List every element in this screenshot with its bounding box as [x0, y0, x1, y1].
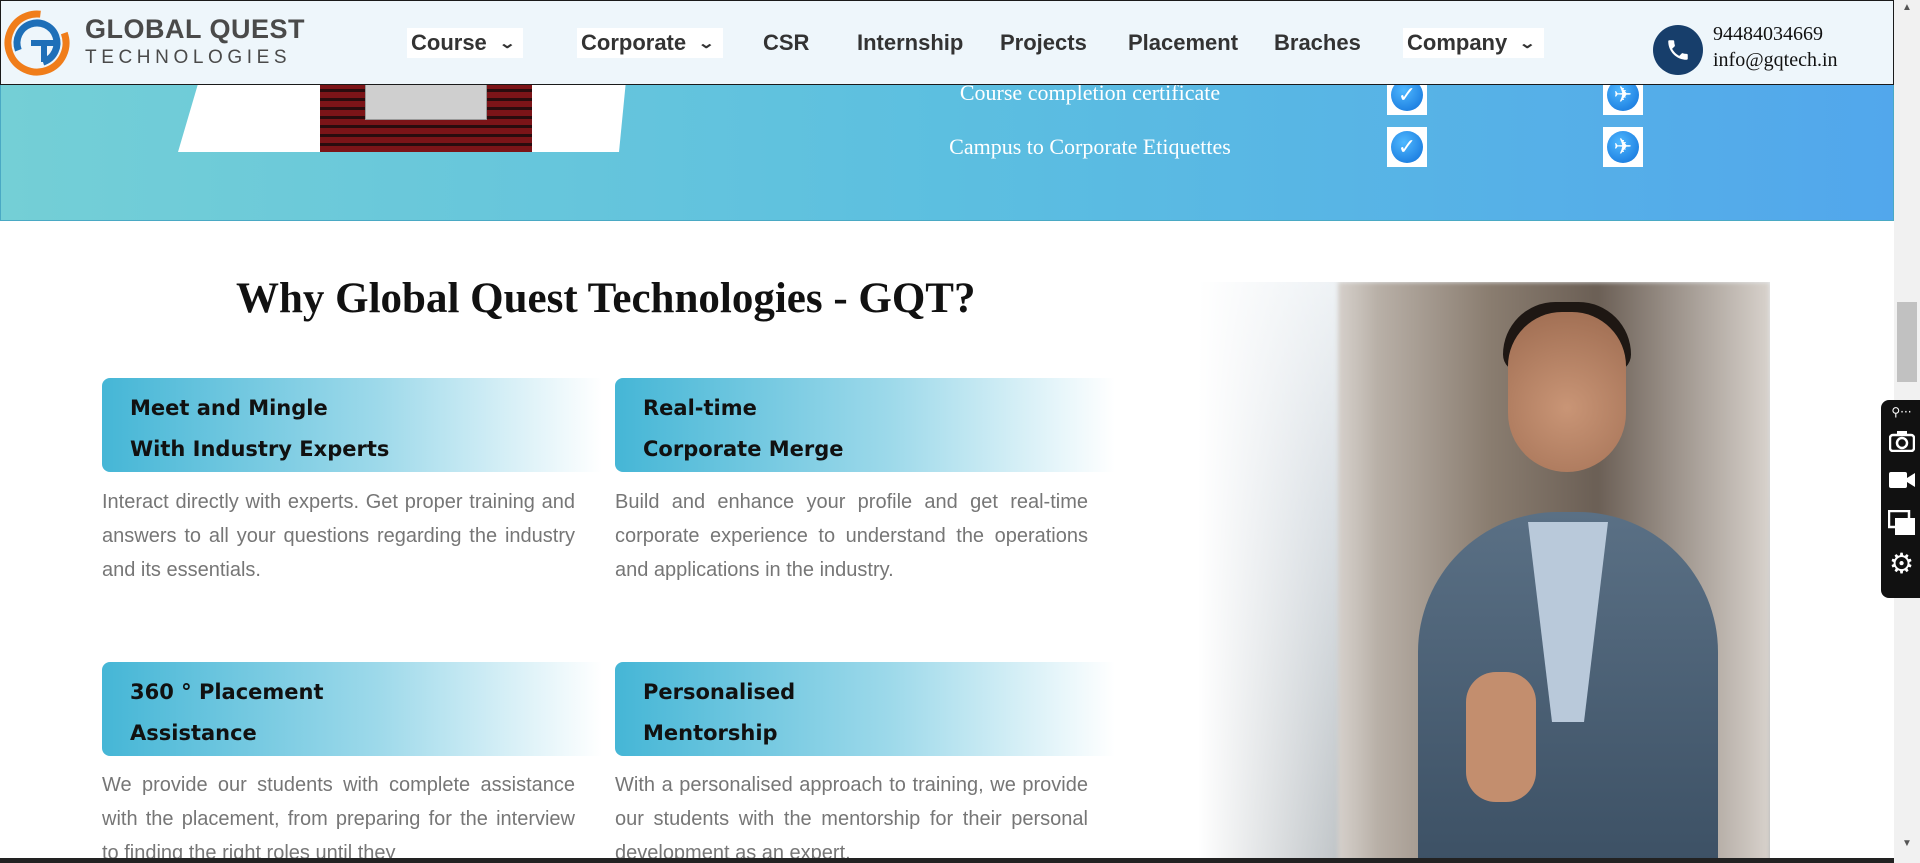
- chevron-down-icon: ⌄: [1518, 35, 1537, 52]
- nav-label: Company: [1407, 30, 1508, 55]
- card-heading: 360 ° Placement Assistance: [102, 662, 602, 756]
- card-heading-line: Personalised: [643, 680, 796, 704]
- camera-icon[interactable]: [1888, 430, 1915, 457]
- scrollbar-thumb[interactable]: [1897, 302, 1917, 382]
- card-heading-line: Meet and Mingle: [130, 396, 328, 420]
- chevron-down-icon: ⌄: [697, 35, 716, 52]
- video-icon[interactable]: [1888, 470, 1915, 497]
- logo-subtitle: TECHNOLOGIES: [85, 47, 292, 68]
- card-heading-line: With Industry Experts: [130, 437, 390, 461]
- phone-number[interactable]: 94484034669: [1713, 21, 1838, 47]
- bottom-edge: [0, 858, 1894, 863]
- email-address[interactable]: info@gqtech.in: [1713, 47, 1838, 73]
- professional-portrait-image: [1198, 282, 1770, 863]
- card-description: We provide our students with complete as…: [102, 774, 575, 858]
- nav-label: Corporate: [581, 30, 687, 55]
- site-header: GLOBAL QUEST TECHNOLOGIES Course ⌄ Corpor…: [0, 0, 1894, 85]
- check-icon: ✓: [1387, 127, 1427, 167]
- card-heading-line: Assistance: [130, 721, 257, 745]
- nav-csr[interactable]: CSR: [763, 28, 809, 58]
- gear-icon[interactable]: ⚙: [1888, 550, 1915, 578]
- phone-icon[interactable]: [1653, 25, 1703, 75]
- nav-corporate[interactable]: Corporate ⌄: [577, 28, 723, 58]
- card-description: With a personalised approach to training…: [615, 774, 1088, 858]
- gqt-logo-icon: [4, 10, 70, 76]
- card-heading: Real-time Corporate Merge: [615, 378, 1115, 472]
- window-icon[interactable]: [1887, 509, 1915, 537]
- nav-placement[interactable]: Placement: [1128, 28, 1238, 58]
- card-heading-line: 360 ° Placement: [130, 680, 324, 704]
- card-heading-line: Corporate Merge: [643, 437, 844, 461]
- capture-toolbar: ⚲··· ⚙: [1881, 400, 1920, 598]
- nav-company[interactable]: Company ⌄: [1403, 28, 1544, 58]
- plane-icon: ✈: [1603, 127, 1643, 167]
- card-description: Build and enhance your profile and get r…: [615, 491, 1088, 581]
- logo[interactable]: GLOBAL QUEST TECHNOLOGIES: [3, 7, 305, 79]
- screenshot-menu-icon[interactable]: ⚲···: [1888, 404, 1915, 420]
- scroll-up-icon[interactable]: ▲: [1899, 2, 1915, 13]
- card-heading: Personalised Mentorship: [615, 662, 1115, 756]
- card-heading-line: Real-time: [643, 396, 757, 420]
- scroll-down-icon[interactable]: ▼: [1899, 838, 1915, 849]
- card-description: Interact directly with experts. Get prop…: [102, 491, 575, 581]
- chevron-down-icon: ⌄: [498, 35, 516, 52]
- contact-info: 94484034669 info@gqtech.in: [1713, 21, 1838, 73]
- nav-internship[interactable]: Internship: [857, 28, 963, 58]
- feature-row-label: Campus to Corporate Etiquettes: [949, 134, 1231, 159]
- nav-braches[interactable]: Braches: [1274, 28, 1361, 58]
- logo-title: GLOBAL QUEST: [85, 14, 306, 44]
- nav-course[interactable]: Course ⌄: [407, 28, 524, 58]
- card-heading-line: Mentorship: [643, 721, 778, 745]
- section-title: Why Global Quest Technologies - GQT?: [236, 275, 976, 322]
- nav-projects[interactable]: Projects: [1000, 28, 1087, 58]
- card-heading: Meet and Mingle With Industry Experts: [102, 378, 602, 472]
- nav-label: Course: [411, 30, 487, 55]
